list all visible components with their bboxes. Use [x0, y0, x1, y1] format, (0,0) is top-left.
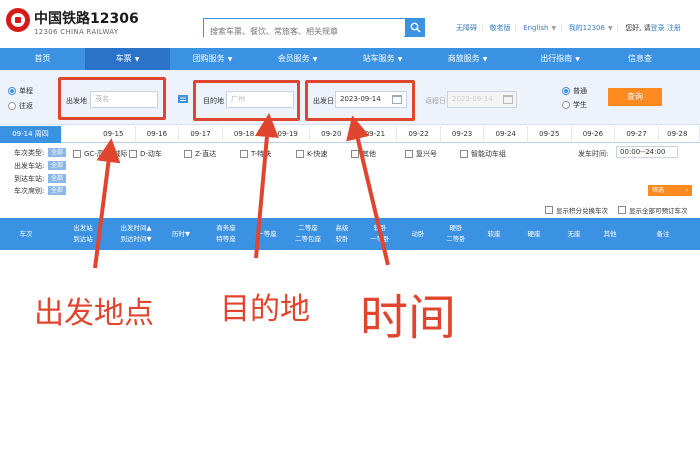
annotation-destination: 目的地	[220, 292, 310, 327]
annotation-time: 时间	[360, 290, 457, 346]
arrow-destination	[254, 113, 279, 259]
arrow-time	[346, 115, 390, 266]
arrow-origin	[93, 138, 121, 269]
page: { "header": { "brand": "中国铁路12306", "bra…	[0, 0, 700, 455]
annotation-arrows	[93, 113, 390, 269]
annotation-origin: 出发地点	[34, 296, 154, 331]
